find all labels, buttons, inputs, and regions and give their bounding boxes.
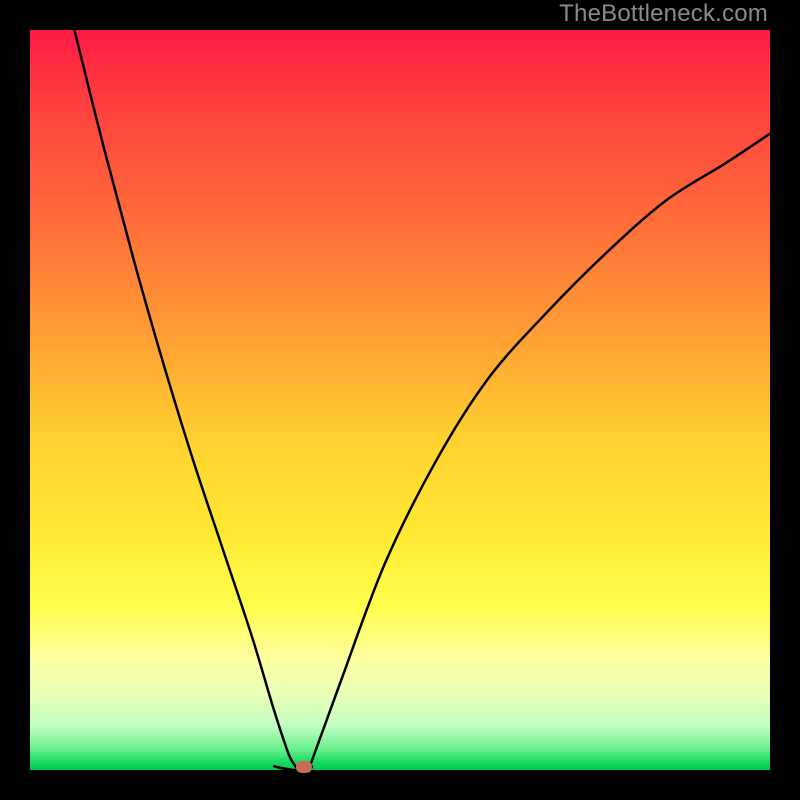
watermark-text: TheBottleneck.com: [559, 0, 768, 28]
bottleneck-curve: [30, 30, 770, 770]
optimal-point-marker: [296, 761, 312, 773]
plot-area: [30, 30, 770, 770]
chart-frame: TheBottleneck.com: [0, 0, 800, 800]
